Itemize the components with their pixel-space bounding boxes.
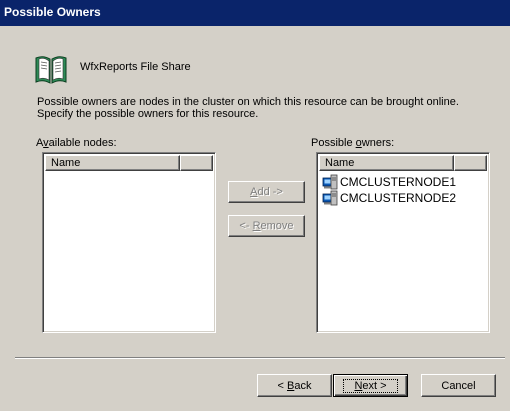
available-name-column-header[interactable]: Name bbox=[45, 155, 180, 171]
available-nodes-label: Available nodes: bbox=[36, 137, 117, 149]
owner-list-item[interactable]: CMCLUSTERNODE2 bbox=[322, 190, 456, 206]
remove-button[interactable]: <- Remove bbox=[228, 215, 305, 237]
owner-node-name: CMCLUSTERNODE2 bbox=[340, 191, 457, 205]
window-title: Possible Owners bbox=[4, 5, 101, 19]
owners-list-header: Name bbox=[319, 155, 487, 171]
back-button[interactable]: < Back bbox=[257, 374, 332, 397]
available-list-header: Name bbox=[45, 155, 213, 171]
owner-node-name: CMCLUSTERNODE1 bbox=[340, 175, 457, 189]
possible-owners-list[interactable]: Name CMCLUSTERNODE1 CMCLUSTERNODE2 bbox=[316, 152, 490, 333]
separator-highlight bbox=[15, 358, 505, 359]
description-line-1: Possible owners are nodes in the cluster… bbox=[37, 96, 459, 108]
next-button[interactable]: Next > bbox=[333, 374, 408, 397]
open-book-icon bbox=[35, 56, 67, 84]
focus-rectangle: Next > bbox=[343, 378, 398, 393]
cluster-node-icon bbox=[322, 174, 338, 190]
owner-list-item[interactable]: CMCLUSTERNODE1 bbox=[322, 174, 456, 190]
cancel-button[interactable]: Cancel bbox=[421, 374, 496, 397]
cluster-node-icon bbox=[322, 190, 338, 206]
description-text: Possible owners are nodes in the cluster… bbox=[37, 96, 497, 120]
add-button[interactable]: Add -> bbox=[228, 181, 305, 203]
owners-empty-column-header[interactable] bbox=[454, 155, 487, 171]
resource-name: WfxReports File Share bbox=[80, 61, 191, 73]
description-line-2: Specify the possible owners for this res… bbox=[37, 108, 259, 120]
title-bar[interactable]: Possible Owners bbox=[0, 0, 510, 26]
available-empty-column-header[interactable] bbox=[180, 155, 213, 171]
possible-owners-label: Possible owners: bbox=[311, 137, 395, 149]
available-nodes-list[interactable]: Name bbox=[42, 152, 216, 333]
owners-name-column-header[interactable]: Name bbox=[319, 155, 454, 171]
